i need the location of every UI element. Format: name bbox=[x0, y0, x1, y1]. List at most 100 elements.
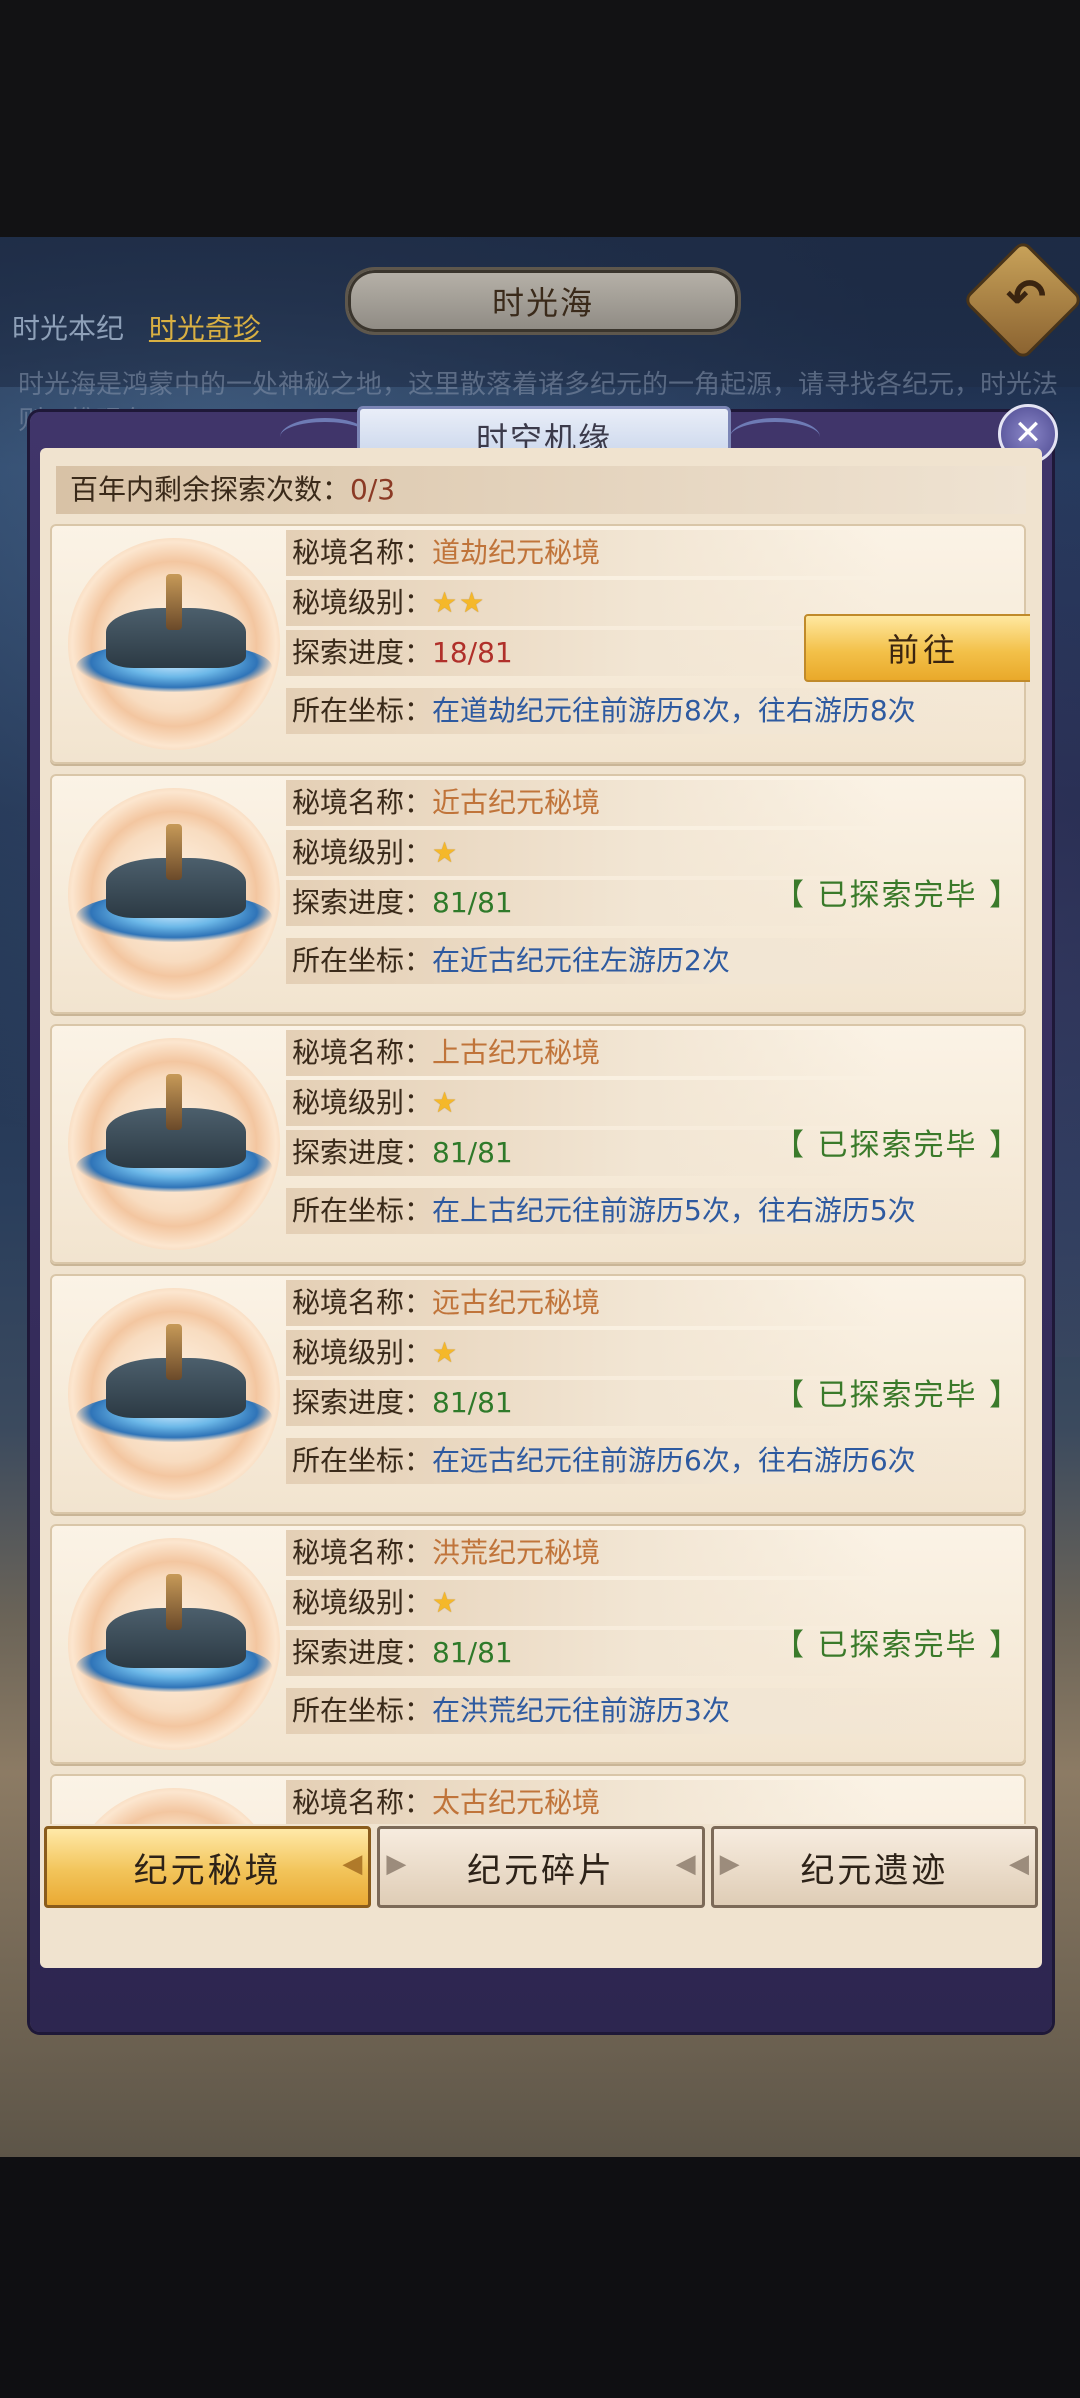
top-letterbox bbox=[0, 0, 1080, 237]
chevron-left-icon: ◀ bbox=[1008, 1849, 1032, 1879]
progress-label: 探索进度： bbox=[292, 886, 433, 919]
coord-label: 所在坐标： bbox=[292, 1194, 433, 1227]
progress-label: 探索进度： bbox=[292, 1136, 433, 1169]
island-tower bbox=[166, 1574, 182, 1630]
chevron-right-icon: ▶ bbox=[719, 1849, 743, 1879]
realm-card: 秘境名称：近古纪元秘境 秘境级别：★ 探索进度：81/81 所在坐标：在近古纪元… bbox=[50, 774, 1026, 1014]
scene-title: 时光海 bbox=[345, 267, 741, 335]
realm-coord-row: 所在坐标：在远古纪元往前游历6次，往右游历6次 bbox=[286, 1438, 1026, 1484]
tab-time-chronicle[interactable]: 时光本纪 bbox=[12, 312, 124, 345]
chevron-right-icon: ▶ bbox=[386, 1849, 410, 1879]
remaining-label: 百年内剩余探索次数： bbox=[70, 473, 351, 506]
coord-label: 所在坐标： bbox=[292, 1694, 433, 1727]
island-tower bbox=[166, 1074, 182, 1130]
realm-progress-row: 探索进度：18/81 bbox=[286, 630, 886, 676]
realm-medallion bbox=[68, 538, 280, 750]
progress-value: 81/81 bbox=[432, 886, 513, 919]
coord-value: 在远古纪元往前游历6次，往右游历6次 bbox=[432, 1444, 916, 1477]
tab-label: 纪元遗迹 bbox=[800, 1850, 949, 1891]
progress-label: 探索进度： bbox=[292, 1636, 433, 1669]
coord-value: 在上古纪元往前游历5次，往右游历5次 bbox=[432, 1194, 916, 1227]
coord-value: 在道劫纪元往前游历8次，往右游历8次 bbox=[432, 694, 916, 727]
realm-name-row: 秘境名称：近古纪元秘境 bbox=[286, 780, 886, 826]
realm-name: 近古纪元秘境 bbox=[432, 786, 601, 819]
realm-card: 秘境名称：远古纪元秘境 秘境级别：★ 探索进度：81/81 所在坐标：在远古纪元… bbox=[50, 1274, 1026, 1514]
tab-era-ruins[interactable]: ▶ 纪元遗迹 ◀ bbox=[710, 1826, 1038, 1908]
realm-name-row: 秘境名称：太古纪元秘境 bbox=[286, 1780, 886, 1824]
dialog-body: 百年内剩余探索次数：0/3 秘境名称：道劫纪元秘境 秘境级别：★★ 探索进度：1… bbox=[40, 448, 1042, 1968]
realm-name-row: 秘境名称：上古纪元秘境 bbox=[286, 1030, 886, 1076]
realm-coord-row: 所在坐标：在洪荒纪元往前游历3次 bbox=[286, 1688, 1026, 1734]
realm-name: 太古纪元秘境 bbox=[432, 1786, 601, 1819]
chevron-left-icon: ◀ bbox=[342, 1849, 366, 1879]
progress-value: 81/81 bbox=[432, 1386, 513, 1419]
name-label: 秘境名称： bbox=[292, 786, 433, 819]
realm-name: 道劫纪元秘境 bbox=[432, 536, 601, 569]
level-label: 秘境级别： bbox=[292, 586, 433, 619]
realm-coord-row: 所在坐标：在道劫纪元往前游历8次，往右游历8次 bbox=[286, 688, 1026, 734]
remaining-value: 0/3 bbox=[350, 473, 396, 506]
remaining-explore-count: 百年内剩余探索次数：0/3 bbox=[56, 466, 1026, 514]
go-button[interactable]: 前往 bbox=[804, 614, 1030, 682]
realm-coord-row: 所在坐标：在近古纪元往左游历2次 bbox=[286, 938, 1026, 984]
progress-label: 探索进度： bbox=[292, 636, 433, 669]
realm-name-row: 秘境名称：远古纪元秘境 bbox=[286, 1280, 886, 1326]
island-tower bbox=[166, 574, 182, 630]
progress-value: 18/81 bbox=[432, 636, 513, 669]
realm-medallion bbox=[68, 1038, 280, 1250]
name-label: 秘境名称： bbox=[292, 1536, 433, 1569]
realm-medallion bbox=[68, 1788, 280, 1824]
island-tower bbox=[166, 1324, 182, 1380]
star-icon: ★ bbox=[432, 1586, 460, 1619]
progress-value: 81/81 bbox=[432, 1636, 513, 1669]
chevron-left-icon: ◀ bbox=[675, 1849, 699, 1879]
star-icon: ★ bbox=[432, 1086, 460, 1119]
background-tabs: 时光本纪 时光奇珍 bbox=[12, 307, 261, 347]
realm-name-row: 秘境名称：道劫纪元秘境 bbox=[286, 530, 886, 576]
realm-medallion bbox=[68, 1288, 280, 1500]
level-label: 秘境级别： bbox=[292, 1336, 433, 1369]
explored-complete-label: 【 已探索完毕 】 bbox=[774, 878, 1022, 913]
level-label: 秘境级别： bbox=[292, 1586, 433, 1619]
level-label: 秘境级别： bbox=[292, 1086, 433, 1119]
star-icon: ★ bbox=[432, 1336, 460, 1369]
bottom-tab-bar: 纪元秘境 ◀ ▶ 纪元碎片 ◀ ▶ 纪元遗迹 ◀ bbox=[40, 1826, 1042, 1908]
realm-medallion bbox=[68, 788, 280, 1000]
realm-coord-row: 所在坐标：在上古纪元往前游历5次，往右游历5次 bbox=[286, 1188, 1026, 1234]
coord-value: 在近古纪元往左游历2次 bbox=[432, 944, 730, 977]
realm-name-row: 秘境名称：洪荒纪元秘境 bbox=[286, 1530, 886, 1576]
realm-medallion bbox=[68, 1538, 280, 1750]
realm-level-row: 秘境级别：★★ bbox=[286, 580, 886, 626]
tab-era-fragments[interactable]: ▶ 纪元碎片 ◀ bbox=[377, 1826, 705, 1908]
explored-complete-label: 【 已探索完毕 】 bbox=[774, 1128, 1022, 1163]
explored-complete-label: 【 已探索完毕 】 bbox=[774, 1378, 1022, 1413]
coord-label: 所在坐标： bbox=[292, 1444, 433, 1477]
explored-complete-label: 【 已探索完毕 】 bbox=[774, 1628, 1022, 1663]
tab-label: 纪元秘境 bbox=[133, 1850, 282, 1891]
island-tower bbox=[166, 824, 182, 880]
realm-card: 秘境名称：上古纪元秘境 秘境级别：★ 探索进度：81/81 所在坐标：在上古纪元… bbox=[50, 1024, 1026, 1264]
star-icon: ★ bbox=[432, 836, 460, 869]
tab-time-treasures[interactable]: 时光奇珍 bbox=[149, 312, 261, 345]
name-label: 秘境名称： bbox=[292, 1036, 433, 1069]
realm-name: 洪荒纪元秘境 bbox=[432, 1536, 601, 1569]
tab-label: 纪元碎片 bbox=[466, 1850, 615, 1891]
realm-card: 秘境名称：道劫纪元秘境 秘境级别：★★ 探索进度：18/81 所在坐标：在道劫纪… bbox=[50, 524, 1030, 764]
star-icon: ★★ bbox=[432, 586, 487, 619]
name-label: 秘境名称： bbox=[292, 1786, 433, 1819]
game-scene: 时光海 ↶ 时光本纪 时光奇珍 时光海是鸿蒙中的一处神秘之地，这里散落着诸多纪元… bbox=[0, 237, 1080, 2157]
progress-value: 81/81 bbox=[432, 1136, 513, 1169]
back-arrow-icon[interactable]: ↶ bbox=[996, 267, 1056, 327]
realm-name: 上古纪元秘境 bbox=[432, 1036, 601, 1069]
name-label: 秘境名称： bbox=[292, 1286, 433, 1319]
spacetime-opportunity-dialog: 时空机缘 ✕ 百年内剩余探索次数：0/3 秘境名称：道劫纪元秘境 秘境级别：★★… bbox=[30, 404, 1058, 2032]
realm-card: 秘境名称：太古纪元秘境 秘境级别：★ bbox=[50, 1774, 1026, 1824]
coord-value: 在洪荒纪元往前游历3次 bbox=[432, 1694, 730, 1727]
bottom-letterbox bbox=[0, 2157, 1080, 2398]
secret-realm-list[interactable]: 秘境名称：道劫纪元秘境 秘境级别：★★ 探索进度：18/81 所在坐标：在道劫纪… bbox=[50, 524, 1030, 1824]
level-label: 秘境级别： bbox=[292, 836, 433, 869]
realm-name: 远古纪元秘境 bbox=[432, 1286, 601, 1319]
realm-card: 秘境名称：洪荒纪元秘境 秘境级别：★ 探索进度：81/81 所在坐标：在洪荒纪元… bbox=[50, 1524, 1026, 1764]
tab-era-secret-realm[interactable]: 纪元秘境 ◀ bbox=[44, 1826, 372, 1908]
coord-label: 所在坐标： bbox=[292, 944, 433, 977]
